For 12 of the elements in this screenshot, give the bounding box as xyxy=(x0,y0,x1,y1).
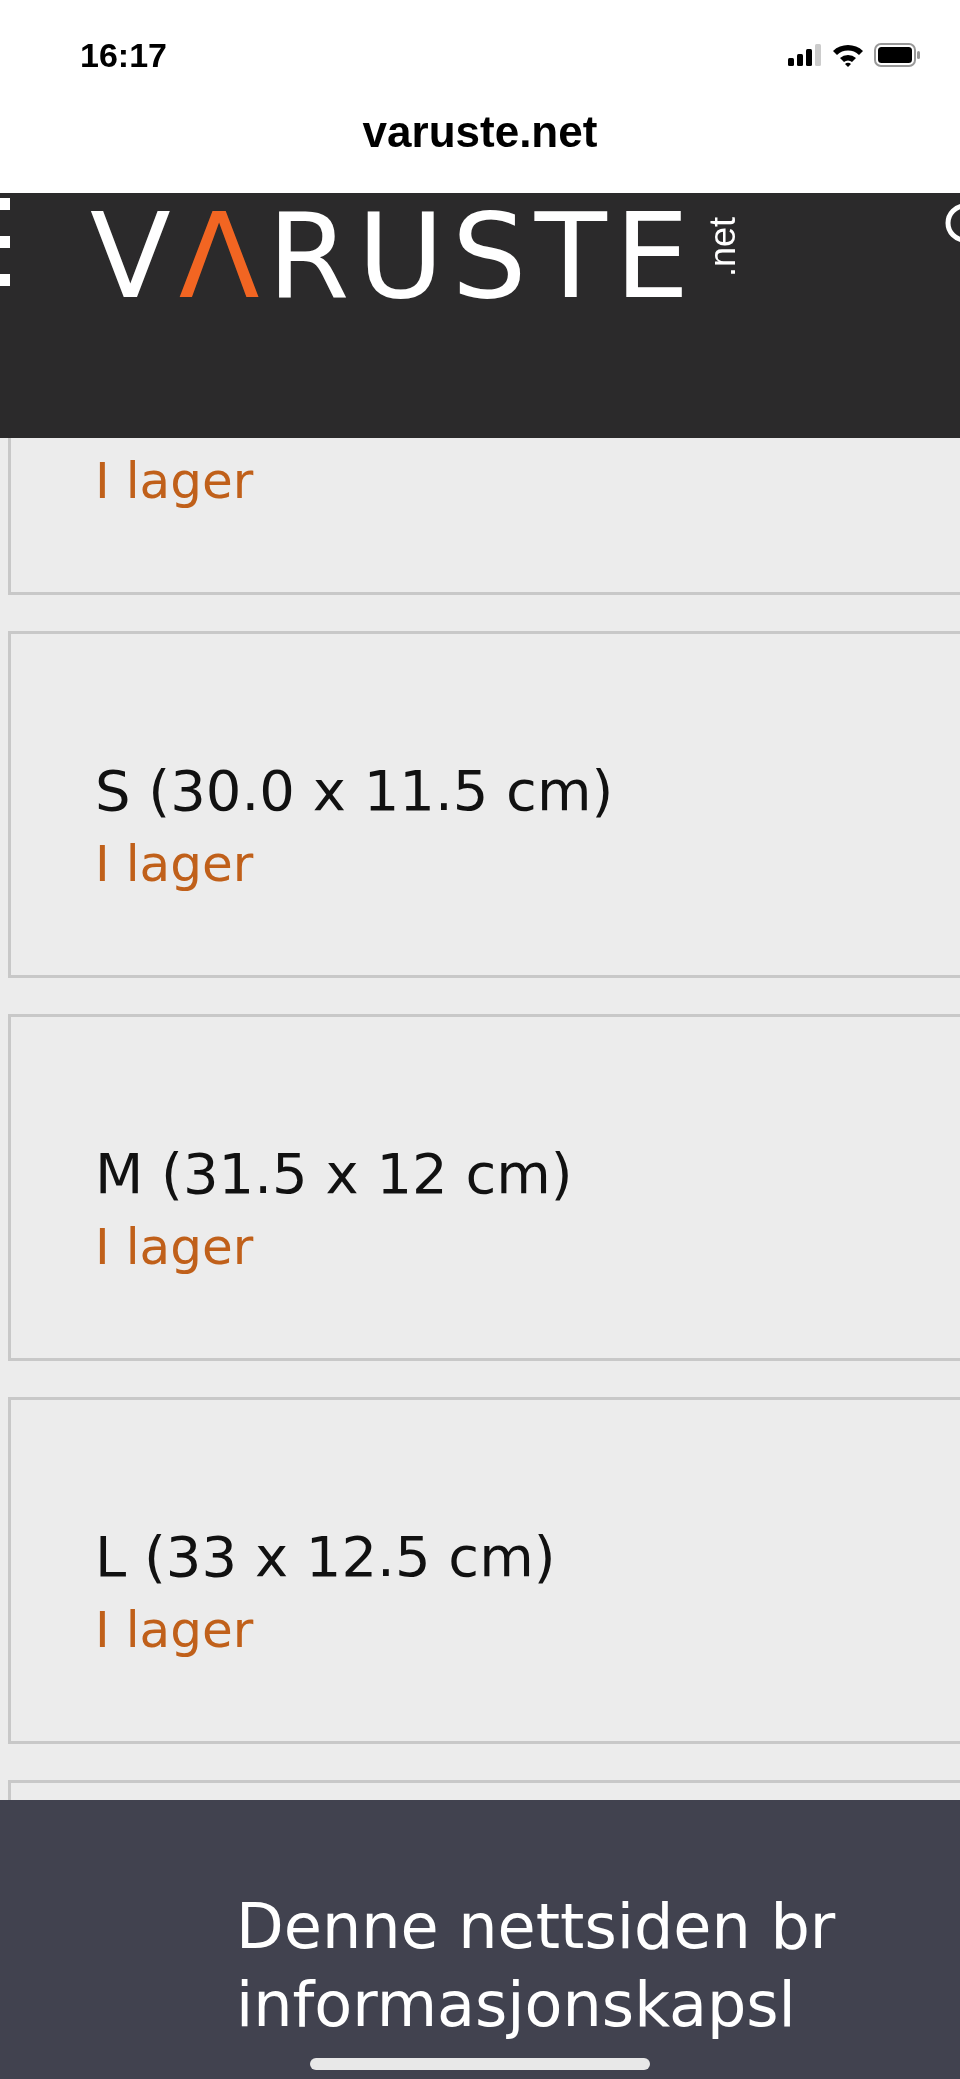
variant-option[interactable]: M (31.5 x 12 cm) I lager xyxy=(8,1014,960,1361)
signal-icon xyxy=(788,44,822,66)
cookie-text: informasjonskapsl xyxy=(236,1967,797,2043)
variant-option[interactable]: S (30.0 x 11.5 cm) I lager xyxy=(8,631,960,978)
variant-option[interactable]: I lager xyxy=(8,438,960,595)
cookie-text: Denne nettsiden br xyxy=(236,1889,837,1965)
battery-icon xyxy=(874,43,920,67)
menu-icon[interactable] xyxy=(0,198,10,288)
address-url[interactable]: varuste.net xyxy=(362,110,598,154)
status-time: 16:17 xyxy=(80,35,167,75)
wifi-icon xyxy=(832,43,864,67)
variant-option[interactable]: L (33 x 12.5 cm) I lager xyxy=(8,1397,960,1744)
